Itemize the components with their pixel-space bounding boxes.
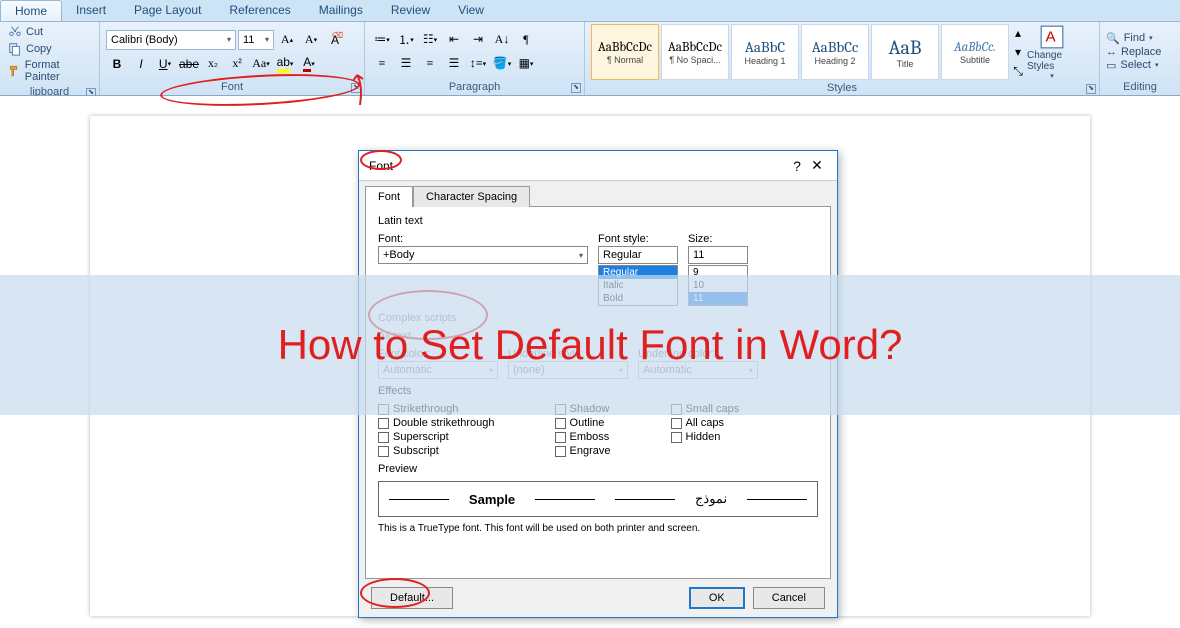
styles-down[interactable]: ▾	[1011, 43, 1025, 61]
grow-font-button[interactable]: A▴	[276, 29, 298, 51]
dialog-help[interactable]: ?	[787, 158, 807, 174]
style-subtitle[interactable]: AaBbCc.Subtitle	[941, 24, 1009, 80]
format-painter-button[interactable]: Format Painter	[6, 58, 93, 84]
font-size-combo[interactable]: 11▾	[238, 30, 274, 50]
size-input[interactable]: 11	[688, 246, 748, 264]
borders-button[interactable]: ▦▾	[515, 53, 537, 75]
indent-button[interactable]: ⇥	[467, 29, 489, 51]
chk-sub[interactable]: Subscript	[378, 445, 495, 457]
group-label-paragraph: Paragraph⬊	[365, 81, 584, 95]
group-styles: AaBbCcDc¶ Normal AaBbCcDc¶ No Spaci... A…	[585, 22, 1100, 95]
outdent-button[interactable]: ⇤	[443, 29, 465, 51]
chk-outline[interactable]: Outline	[555, 417, 611, 429]
chk-allcaps[interactable]: All caps	[671, 417, 740, 429]
brush-icon	[8, 64, 21, 78]
ok-button[interactable]: OK	[689, 587, 745, 609]
preview-box: Sample نموذج	[378, 481, 818, 517]
align-right-button[interactable]: ≡	[419, 53, 441, 75]
dialog-tab-font[interactable]: Font	[365, 186, 413, 207]
annotation-default-circle	[360, 578, 430, 608]
dialog-title: Font	[369, 159, 787, 173]
group-paragraph: ≔▾ ⒈▾ ☷▾ ⇤ ⇥ A↓ ¶ ≡ ☰ ≡ ☰ ↕≡▾ 🪣▾ ▦▾	[365, 22, 585, 95]
style-title[interactable]: AaBTitle	[871, 24, 939, 80]
styles-up[interactable]: ▴	[1011, 24, 1025, 42]
bullets-button[interactable]: ≔▾	[371, 29, 393, 51]
replace-icon: ↔	[1106, 46, 1117, 58]
tab-insert[interactable]: Insert	[62, 0, 120, 21]
justify-button[interactable]: ☰	[443, 53, 465, 75]
chk-super[interactable]: Superscript	[378, 431, 495, 443]
group-clipboard: Cut Copy Format Painter lipboard⬊	[0, 22, 100, 95]
find-icon: 🔍	[1106, 32, 1120, 45]
tab-page-layout[interactable]: Page Layout	[120, 0, 215, 21]
chk-engrave[interactable]: Engrave	[555, 445, 611, 457]
font-label: Font:	[378, 233, 588, 245]
shading-button[interactable]: 🪣▾	[491, 53, 513, 75]
show-marks-button[interactable]: ¶	[515, 29, 537, 51]
styles-more[interactable]: ⤡	[1011, 62, 1025, 80]
tab-home[interactable]: Home	[0, 0, 62, 21]
strike-button[interactable]: abe	[178, 53, 200, 75]
group-label-styles: Styles⬊	[585, 82, 1099, 96]
style-label: Font style:	[598, 233, 678, 245]
tab-review[interactable]: Review	[377, 0, 444, 21]
italic-button[interactable]: I	[130, 53, 152, 75]
underline-button[interactable]: U▾	[154, 53, 176, 75]
clear-format-button[interactable]: A⌫	[324, 29, 346, 51]
bold-button[interactable]: B	[106, 53, 128, 75]
multilevel-button[interactable]: ☷▾	[419, 29, 441, 51]
style-nospacing[interactable]: AaBbCcDc¶ No Spaci...	[661, 24, 729, 80]
chk-emboss[interactable]: Emboss	[555, 431, 611, 443]
dialog-tab-spacing[interactable]: Character Spacing	[413, 186, 530, 207]
paragraph-launcher[interactable]: ⬊	[571, 83, 581, 93]
font-input[interactable]: +Body▾	[378, 246, 588, 264]
find-button[interactable]: 🔍Find▾	[1106, 32, 1161, 45]
select-icon: ▭	[1106, 59, 1116, 72]
chk-hidden[interactable]: Hidden	[671, 431, 740, 443]
annotation-arrow	[345, 70, 375, 110]
superscript-button[interactable]: x²	[226, 53, 248, 75]
line-spacing-button[interactable]: ↕≡▾	[467, 53, 489, 75]
numbering-button[interactable]: ⒈▾	[395, 29, 417, 51]
annotation-title-circle	[360, 150, 402, 170]
styles-launcher[interactable]: ⬊	[1086, 84, 1096, 94]
overlay-text: How to Set Default Font in Word?	[278, 321, 903, 369]
font-name-combo[interactable]: Calibri (Body)▾	[106, 30, 236, 50]
highlight-button[interactable]: ab▾	[274, 53, 296, 75]
preview-note: This is a TrueType font. This font will …	[378, 523, 818, 534]
tab-view[interactable]: View	[444, 0, 498, 21]
group-label-editing: Editing	[1100, 81, 1180, 95]
ribbon-tabs: Home Insert Page Layout References Maili…	[0, 0, 1180, 22]
size-label: Size:	[688, 233, 748, 245]
change-styles-icon: A	[1039, 24, 1065, 50]
style-normal[interactable]: AaBbCcDc¶ Normal	[591, 24, 659, 80]
change-styles-button[interactable]: A Change Styles▾	[1027, 24, 1077, 80]
cut-button[interactable]: Cut	[6, 24, 93, 40]
tab-mailings[interactable]: Mailings	[305, 0, 377, 21]
copy-icon	[8, 42, 22, 56]
group-editing: 🔍Find▾ ↔Replace ▭Select▾ Editing	[1100, 22, 1180, 95]
scissors-icon	[8, 25, 22, 39]
chk-dstrike[interactable]: Double strikethrough	[378, 417, 495, 429]
dialog-close[interactable]: ✕	[807, 157, 827, 174]
font-color-button[interactable]: A▾	[298, 53, 320, 75]
overlay-band: How to Set Default Font in Word?	[0, 275, 1180, 415]
align-center-button[interactable]: ☰	[395, 53, 417, 75]
shrink-font-button[interactable]: A▾	[300, 29, 322, 51]
style-heading2[interactable]: AaBbCcHeading 2	[801, 24, 869, 80]
style-input[interactable]: Regular	[598, 246, 678, 264]
cancel-button[interactable]: Cancel	[753, 587, 825, 609]
subscript-button[interactable]: x₂	[202, 53, 224, 75]
copy-button[interactable]: Copy	[6, 41, 93, 57]
svg-text:A: A	[1046, 28, 1057, 45]
latin-header: Latin text	[378, 215, 818, 227]
preview-header: Preview	[378, 463, 818, 475]
change-case-button[interactable]: Aa▾	[250, 53, 272, 75]
replace-button[interactable]: ↔Replace	[1106, 46, 1161, 58]
sort-button[interactable]: A↓	[491, 29, 513, 51]
style-heading1[interactable]: AaBbCHeading 1	[731, 24, 799, 80]
select-button[interactable]: ▭Select▾	[1106, 59, 1161, 72]
tab-references[interactable]: References	[215, 0, 304, 21]
